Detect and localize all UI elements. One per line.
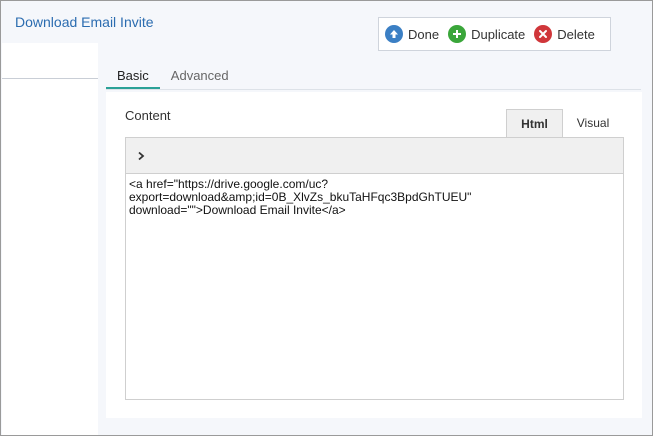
- editor-toolbar: [126, 138, 623, 174]
- action-toolbar: Done Duplicate Delete: [378, 17, 611, 51]
- content-label: Content: [125, 108, 171, 123]
- chevron-right-icon[interactable]: [135, 149, 147, 161]
- tab-html[interactable]: Html: [506, 109, 563, 137]
- code-line: download="">Download Email Invite</a>: [129, 203, 346, 217]
- content-panel: Content Html Visual <a href="https://dri…: [106, 92, 642, 418]
- section-tabs: Basic Advanced: [106, 65, 240, 89]
- tab-advanced[interactable]: Advanced: [160, 65, 240, 89]
- window-frame: Download Email Invite Done Duplicate Del…: [0, 0, 653, 436]
- sidebar-divider: [2, 78, 98, 79]
- editor-mode-tabs: Html Visual: [506, 109, 623, 137]
- done-label: Done: [408, 26, 440, 42]
- duplicate-button[interactable]: Duplicate: [448, 25, 525, 43]
- x-icon: [534, 25, 553, 43]
- arrow-up-icon: [385, 25, 403, 43]
- tab-visual[interactable]: Visual: [563, 109, 623, 137]
- tab-basic[interactable]: Basic: [106, 65, 160, 89]
- html-editor[interactable]: <a href="https://drive.google.com/uc? exp…: [125, 137, 624, 400]
- delete-button[interactable]: Delete: [534, 25, 595, 43]
- done-button[interactable]: Done: [385, 25, 439, 43]
- tab-underline-divider: [106, 89, 641, 90]
- code-text[interactable]: <a href="https://drive.google.com/uc? exp…: [126, 174, 623, 221]
- left-sidebar: [2, 43, 98, 435]
- page-title[interactable]: Download Email Invite: [15, 14, 154, 30]
- plus-icon: [448, 25, 467, 43]
- delete-label: Delete: [557, 26, 595, 42]
- duplicate-label: Duplicate: [471, 26, 526, 42]
